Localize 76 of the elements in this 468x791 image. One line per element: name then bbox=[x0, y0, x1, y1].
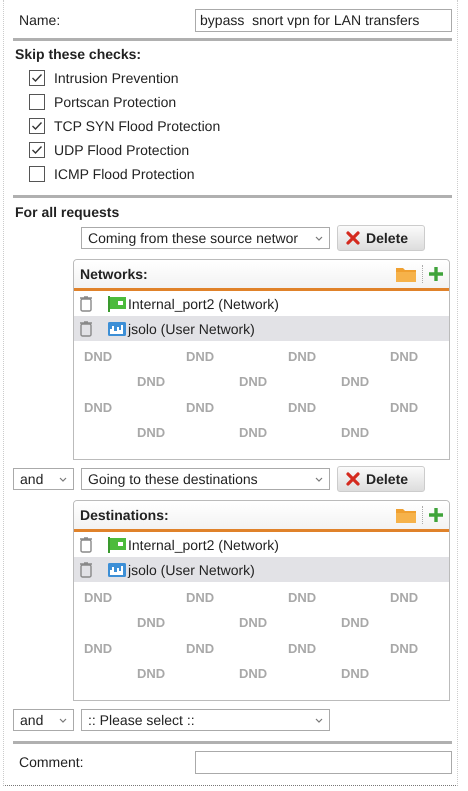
drop-hint: DND bbox=[239, 666, 268, 681]
close-icon bbox=[346, 472, 360, 486]
delete-button[interactable]: Delete bbox=[337, 466, 425, 492]
text-field[interactable] bbox=[195, 750, 452, 774]
drop-hint: DND bbox=[390, 641, 418, 656]
drop-hint: DND bbox=[288, 400, 316, 415]
delete-button[interactable]: Delete bbox=[337, 225, 425, 251]
caret-icon bbox=[315, 476, 323, 482]
drop-hint: DND bbox=[186, 400, 214, 415]
drop-hint: DND bbox=[239, 425, 268, 440]
list-row[interactable]: jsolo (User Network) bbox=[74, 557, 449, 582]
field-label: Name: bbox=[19, 12, 62, 28]
drop-hint: DND bbox=[341, 666, 370, 681]
folder-icon[interactable] bbox=[396, 507, 416, 523]
section-heading: For all requests bbox=[14, 204, 120, 220]
list-title: Networks: bbox=[80, 266, 148, 282]
drop-hint: DND bbox=[390, 400, 418, 415]
drop-hint: DND bbox=[341, 374, 370, 389]
drop-hint: DND bbox=[288, 349, 316, 364]
checkbox-label: Intrusion Prevention bbox=[54, 70, 179, 86]
trash-icon[interactable] bbox=[80, 320, 92, 336]
list-title: Destinations: bbox=[80, 507, 169, 523]
drop-hint: DND bbox=[84, 590, 112, 605]
plus-icon[interactable] bbox=[429, 508, 443, 522]
drop-hint: DND bbox=[137, 374, 166, 389]
dropdown[interactable]: :: Please select :: bbox=[81, 709, 330, 731]
checkbox-label: Portscan Protection bbox=[54, 94, 176, 110]
chart-icon bbox=[108, 320, 126, 336]
close-icon bbox=[346, 231, 360, 245]
chart-icon bbox=[108, 562, 126, 578]
dropdown[interactable]: Going to these destinations bbox=[81, 468, 330, 490]
plus-icon[interactable] bbox=[429, 267, 443, 281]
checkbox[interactable] bbox=[29, 70, 45, 86]
dropdown[interactable]: Coming from these source networ bbox=[81, 227, 330, 249]
drop-hint: DND bbox=[137, 666, 166, 681]
dropdown[interactable]: and bbox=[13, 709, 74, 731]
list-row[interactable]: Internal_port2 (Network) bbox=[74, 532, 449, 557]
trash-icon[interactable] bbox=[80, 562, 92, 578]
list-row[interactable]: Internal_port2 (Network) bbox=[74, 291, 449, 316]
caret-icon bbox=[59, 716, 67, 724]
caret-icon bbox=[315, 234, 323, 242]
flag-icon bbox=[108, 296, 126, 312]
checkbox[interactable] bbox=[29, 118, 45, 134]
flag-icon bbox=[108, 536, 126, 552]
drop-hint: DND bbox=[341, 425, 370, 440]
drop-hint: DND bbox=[239, 374, 268, 389]
trash-icon[interactable] bbox=[80, 536, 92, 552]
drop-hint: DND bbox=[239, 615, 268, 630]
dropdown[interactable]: and bbox=[13, 468, 74, 490]
drop-hint: DND bbox=[186, 641, 214, 656]
drop-hint: DND bbox=[341, 615, 370, 630]
drop-hint: DND bbox=[288, 590, 316, 605]
checkbox[interactable] bbox=[29, 166, 45, 182]
checkbox[interactable] bbox=[29, 94, 45, 110]
drop-hint: DND bbox=[137, 615, 166, 630]
checkbox-label: ICMP Flood Protection bbox=[54, 166, 195, 182]
checkbox-label: TCP SYN Flood Protection bbox=[54, 118, 220, 134]
section-heading: Skip these checks: bbox=[14, 46, 142, 62]
drop-hint: DND bbox=[288, 641, 316, 656]
text-field[interactable]: bypass snort vpn for LAN transfers bbox=[195, 8, 452, 32]
drop-hint: DND bbox=[137, 425, 166, 440]
drop-hint: DND bbox=[84, 641, 112, 656]
drop-hint: DND bbox=[186, 590, 214, 605]
caret-icon bbox=[59, 476, 67, 482]
field-label: Comment: bbox=[19, 754, 85, 770]
drop-hint: DND bbox=[186, 349, 214, 364]
list-row[interactable]: jsolo (User Network) bbox=[74, 316, 449, 341]
drop-hint: DND bbox=[84, 349, 112, 364]
trash-icon[interactable] bbox=[80, 296, 92, 312]
folder-icon[interactable] bbox=[396, 266, 416, 282]
checkbox-label: UDP Flood Protection bbox=[54, 142, 190, 158]
caret-icon bbox=[315, 716, 323, 724]
drop-hint: DND bbox=[390, 349, 418, 364]
drop-hint: DND bbox=[84, 400, 112, 415]
checkbox[interactable] bbox=[29, 142, 45, 158]
drop-hint: DND bbox=[390, 590, 418, 605]
